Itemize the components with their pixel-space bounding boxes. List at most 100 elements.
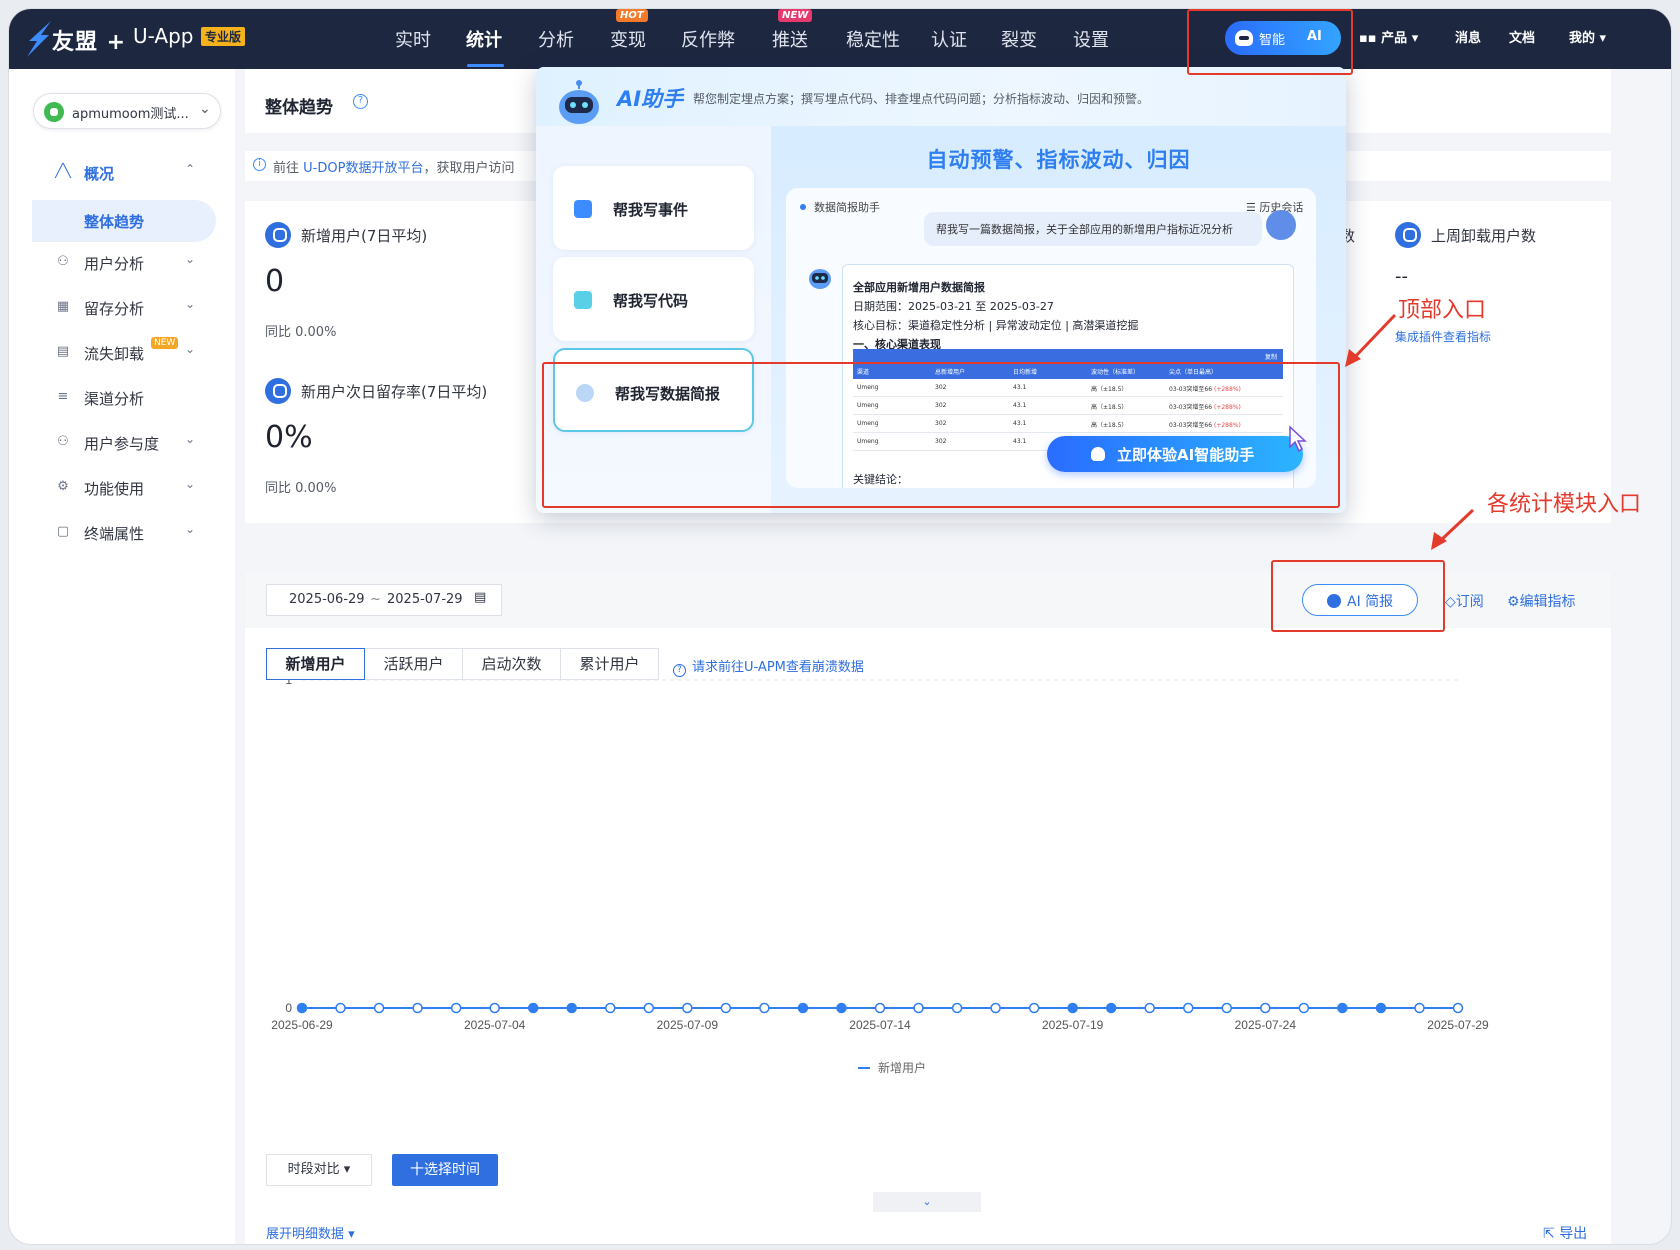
data-point [874,1002,886,1014]
data-point [1221,1002,1233,1014]
chevron-down-icon: ⌄ [185,342,196,356]
docs-link[interactable]: 文档 [1509,27,1535,46]
nav-item-5[interactable]: 推送 [772,26,808,52]
data-point [605,1002,616,1014]
nav-item-7[interactable]: 认证 [931,26,967,52]
sidebar-item-1[interactable]: ⚇ 用户分析 ⌄ [9,241,235,285]
brand-app[interactable]: U-App [133,24,194,48]
sidebar-item-5[interactable]: ⚇ 用户参与度 ⌄ [9,421,235,465]
tab-new-users[interactable]: 新增用户 [266,648,365,680]
data-point [1298,1002,1310,1014]
user-icon [265,222,291,248]
sidebar-item-4[interactable]: ≡ 渠道分析 [9,376,235,420]
edit-metrics-label: 编辑指标 [1519,594,1576,610]
annotation-box-data-brief [542,362,1340,508]
annotation-box-top-entry [1187,9,1353,75]
data-point [335,1002,346,1014]
metric-label: 新用户次日留存率(7日平均) [301,383,488,401]
new-badge: NEW [151,337,179,349]
metric-label: 上周卸载用户数 [1431,227,1537,245]
umeng-logo-icon [27,21,51,57]
sidebar-item-7[interactable]: ▢ 终端属性 ⌄ [9,511,235,555]
notice-prefix: 前往 [273,161,300,176]
collapse-toggle[interactable]: ⌄ [873,1192,981,1212]
nav-item-9[interactable]: 设置 [1073,26,1109,52]
feature-label: 帮我写事件 [613,201,689,219]
sidebar-item-2[interactable]: ▦ 留存分析 ⌄ [9,286,235,330]
sidebar-item-label: 终端属性 [84,525,145,543]
sidebar-subitem-label: 整体趋势 [84,213,145,231]
sidebar-item-label: 留存分析 [84,300,145,318]
preview-headline: 自动预警、指标波动、归因 [926,148,1191,172]
legend-label: 新增用户 [878,1060,926,1075]
subscribe-link[interactable]: ◇订阅 [1445,591,1484,611]
eye-icon: ◇ [1445,594,1456,610]
nav-item-4[interactable]: 反作弊 [681,26,735,52]
chat-title: 数据简报助手 [800,199,880,215]
sidebar-item-label: 流失卸载 [84,345,145,363]
date-separator: ~ [370,592,381,607]
gear-icon: ⚙ [57,479,69,494]
feature-write-code[interactable]: 帮我写代码 [553,257,754,341]
chevron-down-icon: ⌄ [185,477,196,491]
nav-item-8[interactable]: 裂变 [1001,26,1037,52]
calendar-icon: ▦ [56,299,70,314]
data-point [1452,1002,1464,1014]
nav-item-2[interactable]: 分析 [538,26,574,52]
data-point [951,1002,963,1014]
select-time-button[interactable]: 十选择时间 [392,1154,498,1186]
android-icon [44,102,64,122]
top-navbar: 友盟 + U-App 专业版 实时 统计 分析 变现 HOT 反作弊 推送 NEW 稳定性 认证 裂… [9,9,1671,69]
nav-item-6[interactable]: 稳定性 [846,26,900,52]
expand-details-label: 展开明细数据 [266,1227,345,1242]
chart-icon: ╱╲ [55,164,71,179]
data-point [836,1002,847,1014]
data-point [913,1002,924,1014]
messages-link[interactable]: 消息 [1455,27,1481,46]
feature-write-event[interactable]: 帮我写事件 [553,166,754,250]
uninstall-icon [1395,222,1421,248]
data-point [296,1002,308,1014]
period-compare-label: 时段对比 [287,1162,340,1177]
export-label: 导出 [1559,1226,1588,1242]
period-compare-dropdown[interactable]: 时段对比 ▾ [266,1154,372,1186]
sidebar-item-6[interactable]: ⚙ 功能使用 ⌄ [9,466,235,510]
sidebar-subitem-overall-trend[interactable]: 整体趋势 [32,200,216,242]
my-account-menu[interactable]: 我的 ▾ [1569,27,1606,46]
nav-badge: HOT [616,9,648,22]
nav-item-1[interactable]: 统计 [466,26,502,52]
export-link[interactable]: ⇱ 导出 [1543,1223,1587,1243]
date-range-picker[interactable]: 2025-06-29 ~ 2025-07-29 ▤ [266,584,502,616]
x-tick-label: 2025-07-24 [1235,1018,1297,1032]
data-point [1067,1002,1078,1014]
copy-button[interactable]: 复制 [1265,352,1277,361]
nav-item-0[interactable]: 实时 [395,26,431,52]
sidebar: apmumoom测试... ⌄ ╱╲ 概况 ⌃ ⚇ 用户分析 ⌄ ▦ 留存分析 ⌄ ▤ 流失卸载 NE… [9,69,235,1244]
products-menu[interactable]: ▪▪ 产品 ▾ [1359,27,1418,46]
date-start: 2025-06-29 [289,592,365,607]
data-point [759,1002,770,1014]
data-point [720,1002,732,1014]
user-message: 帮我写一篇数据简报，关于全部应用的新增用户指标近况分析 [924,212,1262,246]
expand-details-link[interactable]: 展开明细数据 ▾ [266,1223,355,1242]
data-point [566,1002,577,1014]
sidebar-item-0[interactable]: ╱╲ 概况 ⌃ [9,151,235,195]
app-window: 友盟 + U-App 专业版 实时 统计 分析 变现 HOT 反作弊 推送 NEW 稳定性 认证 裂… [9,9,1671,1244]
x-tick-label: 2025-07-04 [464,1018,526,1032]
notice-suffix: ，获取用户访问 [423,161,515,176]
nav-item-3[interactable]: 变现 [610,26,646,52]
metric-value: 0 [265,264,285,299]
active-nav-indicator [467,64,504,67]
sidebar-item-3[interactable]: ▤ 流失卸载 NEW ⌄ [9,331,235,375]
app-selector[interactable]: apmumoom测试... ⌄ [33,93,221,129]
export-icon: ⇱ [1543,1226,1560,1242]
data-point [412,1002,423,1014]
help-icon[interactable]: ? [353,94,368,109]
data-point [489,1002,500,1014]
udop-link[interactable]: U-DOP数据开放平台 [303,161,423,176]
integrate-plugin-link[interactable]: 集成插件查看指标 [1395,328,1491,345]
data-point [1375,1002,1387,1014]
edit-metrics-link[interactable]: ⚙编辑指标 [1507,591,1576,611]
brand-name[interactable]: 友盟 + [52,24,126,56]
data-point [1337,1002,1348,1014]
